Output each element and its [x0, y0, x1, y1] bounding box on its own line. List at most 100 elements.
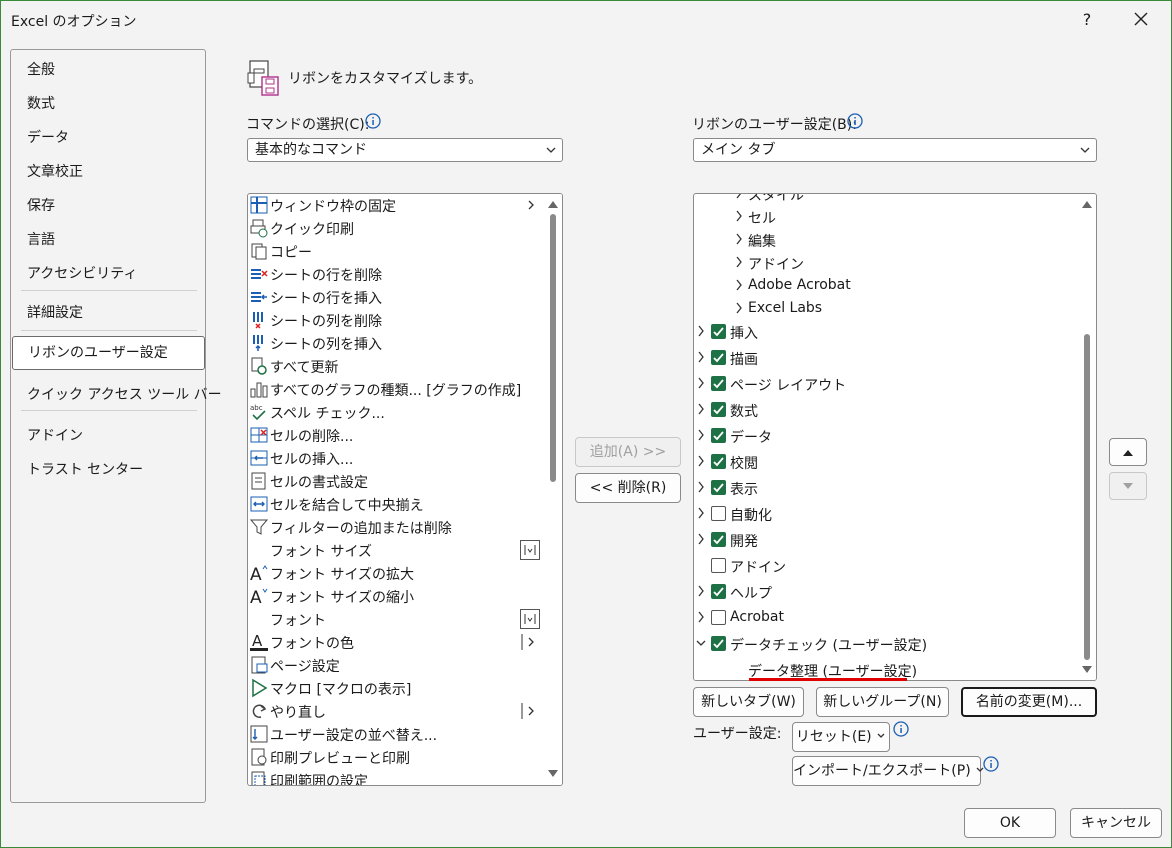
scroll-up-arrow-icon[interactable]	[548, 200, 558, 208]
tab-visibility-checkbox[interactable]	[711, 428, 726, 443]
ribbon-tab-item[interactable]: 数式	[694, 398, 1076, 424]
chevron-right-icon[interactable]	[696, 480, 706, 494]
command-item[interactable]: シートの列を挿入	[248, 332, 544, 355]
chevron-right-icon[interactable]	[734, 301, 744, 315]
ribbon-tab-item[interactable]: 開発	[694, 528, 1076, 554]
tab-visibility-checkbox[interactable]	[711, 532, 726, 547]
scroll-down-arrow-icon[interactable]	[548, 770, 558, 778]
ribbon-group-item[interactable]: Excel Labs	[694, 297, 1076, 320]
command-item[interactable]: 印刷範囲の設定	[248, 769, 544, 785]
nav-item-save[interactable]: 保存	[27, 195, 55, 215]
tab-visibility-checkbox[interactable]	[711, 376, 726, 391]
scroll-thumb[interactable]	[550, 214, 556, 482]
move-up-button[interactable]	[1109, 438, 1147, 466]
chevron-right-icon[interactable]	[734, 209, 744, 223]
ribbon-tab-item[interactable]: ページ レイアウト	[694, 372, 1076, 398]
command-item[interactable]: やり直し	[248, 700, 544, 723]
scroll-thumb[interactable]	[1084, 334, 1090, 660]
command-item[interactable]: コピー	[248, 240, 544, 263]
new-group-button[interactable]: 新しいグループ(N)	[816, 687, 949, 717]
chevron-right-icon[interactable]	[734, 278, 744, 292]
nav-item-customize-ribbon[interactable]: リボンのユーザー設定	[12, 336, 205, 370]
chevron-right-icon[interactable]	[696, 376, 706, 390]
chevron-right-icon[interactable]	[696, 584, 706, 598]
command-item[interactable]: フォント	[248, 608, 544, 631]
chevron-right-icon[interactable]	[696, 454, 706, 468]
command-item[interactable]: abc スペル チェック...	[248, 401, 544, 424]
commands-source-select[interactable]: 基本的なコマンド	[247, 138, 563, 162]
command-item[interactable]: 印刷プレビューと印刷	[248, 746, 544, 769]
command-item[interactable]: マクロ [マクロの表示]	[248, 677, 544, 700]
nav-item-formulas[interactable]: 数式	[27, 93, 55, 113]
tab-visibility-checkbox[interactable]	[711, 636, 726, 651]
tab-visibility-checkbox[interactable]	[711, 584, 726, 599]
command-item[interactable]: フォント サイズ	[248, 539, 544, 562]
nav-item-data[interactable]: データ	[27, 127, 69, 147]
command-item[interactable]: クイック印刷	[248, 217, 544, 240]
command-item[interactable]: すべて更新	[248, 355, 544, 378]
command-item[interactable]: フィルターの追加または削除	[248, 516, 544, 539]
chevron-right-icon[interactable]	[734, 255, 744, 269]
ribbon-tab-item[interactable]: データ	[694, 424, 1076, 450]
info-icon[interactable]	[893, 721, 909, 737]
ribbon-group-item[interactable]: 編集	[694, 228, 1076, 251]
command-item[interactable]: ユーザー設定の並べ替え...	[248, 723, 544, 746]
chevron-right-icon[interactable]	[696, 324, 706, 338]
tab-visibility-checkbox[interactable]	[711, 558, 726, 573]
chevron-down-icon[interactable]	[696, 636, 706, 650]
command-item[interactable]: セルの挿入...	[248, 447, 544, 470]
ribbon-tab-item[interactable]: データチェック (ユーザー設定)	[694, 632, 1076, 658]
ok-button[interactable]: OK	[964, 808, 1056, 838]
ribbon-tab-item[interactable]: 挿入	[694, 320, 1076, 346]
command-item[interactable]: A フォント サイズの拡大	[248, 562, 544, 585]
info-icon[interactable]	[983, 756, 999, 772]
chevron-right-icon[interactable]	[696, 350, 706, 364]
commands-scrollbar[interactable]	[544, 194, 562, 785]
ribbon-tab-item[interactable]: アドイン	[694, 554, 1076, 580]
cancel-button[interactable]: キャンセル	[1070, 808, 1162, 838]
nav-item-general[interactable]: 全般	[27, 59, 55, 79]
rename-button[interactable]: 名前の変更(M)...	[961, 687, 1097, 717]
tab-visibility-checkbox[interactable]	[711, 480, 726, 495]
command-item[interactable]: シートの行を挿入	[248, 286, 544, 309]
ribbon-tree[interactable]: スタイル セル 編集 アドイン Adobe Acrobat Excel Labs 挿入 描画ペ…	[693, 193, 1097, 681]
command-item[interactable]: ウィンドウ枠の固定	[248, 194, 544, 217]
tab-visibility-checkbox[interactable]	[711, 324, 726, 339]
help-button[interactable]: ?	[1075, 7, 1099, 33]
command-item[interactable]: ページ設定	[248, 654, 544, 677]
move-down-button[interactable]	[1109, 472, 1147, 500]
scroll-up-arrow-icon[interactable]	[1082, 200, 1092, 208]
ribbon-group-item[interactable]: Adobe Acrobat	[694, 274, 1076, 297]
nav-item-addins[interactable]: アドイン	[27, 425, 83, 445]
ribbon-tab-item[interactable]: 描画	[694, 346, 1076, 372]
remove-button[interactable]: << 削除(R)	[575, 473, 681, 503]
ribbon-tab-item[interactable]: ヘルプ	[694, 580, 1076, 606]
command-item[interactable]: シートの行を削除	[248, 263, 544, 286]
ribbon-tabs-select[interactable]: メイン タブ	[693, 138, 1097, 162]
nav-item-quick-access-toolbar[interactable]: クイック アクセス ツール バー	[27, 384, 222, 404]
ribbon-group-item[interactable]: スタイル	[694, 194, 1076, 205]
new-tab-button[interactable]: 新しいタブ(W)	[693, 687, 804, 717]
nav-item-language[interactable]: 言語	[27, 229, 55, 249]
chevron-right-icon[interactable]	[696, 532, 706, 546]
command-item[interactable]: セルの書式設定	[248, 470, 544, 493]
chevron-right-icon[interactable]	[734, 232, 744, 246]
close-button[interactable]	[1125, 5, 1157, 35]
tab-visibility-checkbox[interactable]	[711, 506, 726, 521]
ribbon-group-item[interactable]: セル	[694, 205, 1076, 228]
tab-visibility-checkbox[interactable]	[711, 402, 726, 417]
ribbon-tab-item[interactable]: 自動化	[694, 502, 1076, 528]
scroll-down-arrow-icon[interactable]	[1082, 666, 1092, 674]
command-item[interactable]: すべてのグラフの種類... [グラフの作成]	[248, 378, 544, 401]
tab-visibility-checkbox[interactable]	[711, 610, 726, 625]
ribbon-tab-item[interactable]: Acrobat	[694, 606, 1076, 632]
nav-item-proofing[interactable]: 文章校正	[27, 161, 83, 181]
reset-button[interactable]: リセット(E)	[792, 722, 890, 752]
ribbon-tab-item[interactable]: 表示	[694, 476, 1076, 502]
nav-item-trust-center[interactable]: トラスト センター	[27, 459, 143, 479]
nav-item-accessibility[interactable]: アクセシビリティ	[27, 263, 137, 283]
chevron-right-icon[interactable]	[696, 506, 706, 520]
command-item[interactable]: セルを結合して中央揃え	[248, 493, 544, 516]
add-button[interactable]: 追加(A) >>	[575, 437, 681, 467]
ribbon-group-item[interactable]: アドイン	[694, 251, 1076, 274]
